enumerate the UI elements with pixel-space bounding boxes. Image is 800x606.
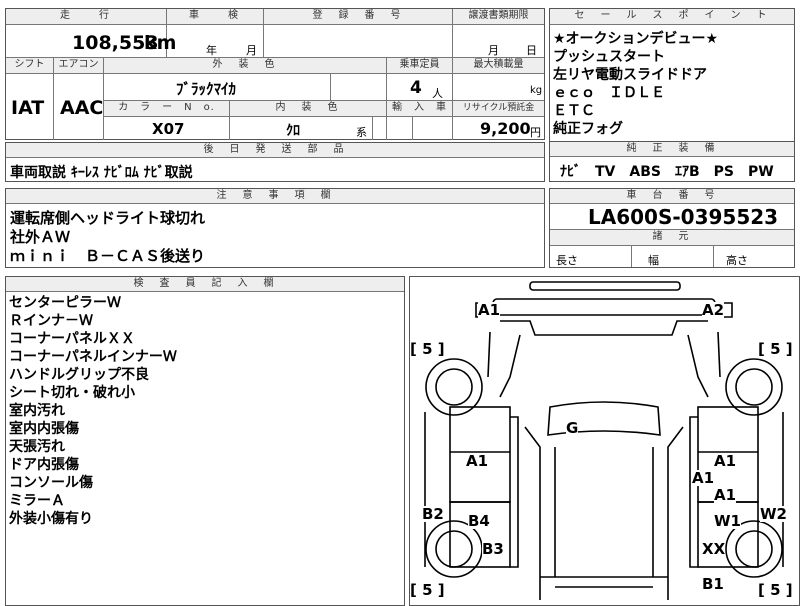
- shift-header: シフト: [6, 58, 53, 73]
- inspector-note: ハンドルグリップ不良: [9, 367, 149, 383]
- inspector-note: 室内内張傷: [9, 421, 79, 437]
- notes-line-3: ｍｉｎｉ Ｂ－ＣＡＳ後送り: [10, 247, 206, 265]
- tire-grade-rear-left: [ 5 ]: [410, 581, 445, 599]
- damage-code-front-right: A2: [702, 301, 725, 319]
- sales-point: プッシュスタート: [553, 49, 665, 65]
- transfer-month-label: 月: [488, 44, 499, 57]
- sales-point: 左リヤ電動スライドドア: [553, 67, 707, 83]
- damage-code-left-door: A1: [466, 452, 489, 470]
- damage-code-right-rear-side: W2: [760, 505, 787, 523]
- inspection-year-label: 年: [206, 44, 217, 57]
- inspector-note: コーナーパネルインナーＷ: [9, 349, 177, 365]
- chassis-number-value: LA600S-0395523: [588, 205, 779, 229]
- damage-code-right-door-upper: A1: [714, 452, 737, 470]
- damage-code-left-rear-quarter: B3: [482, 540, 504, 558]
- tire-grade-front-left: [ 5 ]: [410, 340, 445, 358]
- capacity-unit: 人: [432, 87, 443, 100]
- notes-line-1: 運転席側ヘッドライト球切れ: [10, 209, 206, 227]
- recycle-deposit-header: リサイクル預託金: [453, 101, 544, 116]
- inspector-note: コーナーパネルＸＸ: [9, 331, 135, 347]
- exterior-color-header: 外 装 色: [104, 58, 386, 73]
- capacity-header: 乗車定員: [387, 58, 452, 73]
- damage-code-right-door-lower: A1: [714, 486, 737, 504]
- inspector-notes-list: センターピラーＷ Ｒインナ－Ｗ コーナーパネルＸＸ コーナーパネルインナーＷ ハ…: [9, 294, 177, 528]
- transfer-day-label: 日: [526, 44, 537, 57]
- inspector-notes-header: 検 査 員 記 入 欄: [6, 277, 404, 291]
- transfer-deadline-header: 譲渡書類期限: [453, 9, 544, 24]
- tire-grade-front-right: [ 5 ]: [758, 340, 793, 358]
- inspection-month-label: 月: [246, 44, 257, 57]
- registration-header: 登 録 番 号: [264, 9, 452, 24]
- damage-code-rear-right: B1: [702, 575, 724, 593]
- spec-width-label: 幅: [648, 254, 659, 267]
- inspector-note: 天張汚れ: [9, 439, 65, 455]
- damage-code-right-rear-quarter: XX: [702, 540, 726, 558]
- interior-color-header: 内 装 色: [230, 101, 386, 116]
- notes-header: 注 意 事 項 欄: [6, 189, 544, 203]
- sales-point: ｅｃｏ ＩＤＬＥ: [553, 85, 665, 101]
- original-equipment-header: 純 正 装 備: [550, 142, 794, 156]
- sales-point: ＥＴＣ: [553, 103, 595, 119]
- color-no-value: X07: [152, 120, 185, 138]
- import-car-header: 輸 入 車: [387, 101, 452, 116]
- later-shipped-parts-text: 車両取説 ｷｰﾚｽ ﾅﾋﾞﾛﾑ ﾅﾋﾞ取説: [10, 165, 193, 181]
- chassis-number-header: 車 台 番 号: [550, 189, 794, 203]
- sales-point: ★オークションデビュー★: [553, 31, 719, 47]
- inspector-note: センターピラーＷ: [9, 295, 121, 311]
- recycle-deposit-value: 9,200: [480, 119, 531, 138]
- inspection-header: 車 検: [167, 9, 263, 24]
- interior-color-suffix: 系: [356, 126, 367, 139]
- max-load-unit: kg: [530, 85, 543, 96]
- sales-points-header: セ ー ル ス ポ イ ン ト: [550, 9, 794, 24]
- inspector-note: コンソール傷: [9, 475, 93, 491]
- spec-height-label: 高さ: [726, 254, 748, 267]
- vehicle-outline-diagram: [424, 281, 784, 600]
- tire-grade-rear-right: [ 5 ]: [758, 581, 793, 599]
- exterior-color-value: ﾌﾞﾗｯｸﾏｲｶ: [176, 80, 237, 98]
- spec-length-label: 長さ: [556, 254, 578, 267]
- inspector-note: 外装小傷有り: [9, 511, 93, 527]
- capacity-value: 4: [410, 78, 422, 98]
- shift-value: IAT: [11, 97, 45, 119]
- interior-color-value: ｸﾛ: [286, 123, 300, 139]
- damage-code-windshield: G: [566, 419, 579, 437]
- sales-point: 純正フォグ: [553, 121, 623, 137]
- damage-code-left-slide-door: B4: [468, 512, 490, 530]
- sales-points-list: ★オークションデビュー★ プッシュスタート 左リヤ電動スライドドア ｅｃｏ ＩＤ…: [553, 30, 718, 138]
- mileage-header: 走 行: [6, 9, 166, 24]
- recycle-deposit-unit: 円: [530, 126, 541, 139]
- damage-code-right-pillar: A1: [692, 469, 715, 487]
- damage-code-right-slide-door: W1: [714, 512, 741, 530]
- notes-line-2: 社外ＡＷ: [10, 228, 71, 246]
- mileage-unit: km: [144, 32, 177, 54]
- aircon-header: エアコン: [54, 58, 103, 73]
- vehicle-info-table: [5, 8, 545, 140]
- specs-header: 諸 元: [550, 230, 794, 245]
- original-equipment-text: ﾅﾋﾞ TV ABS ｴｱB PS PW: [560, 164, 774, 180]
- color-no-header: カ ラ ー N o.: [104, 101, 229, 116]
- inspector-note: ミラーＡ: [9, 493, 65, 509]
- inspector-note: ドア内張傷: [9, 457, 79, 473]
- inspector-note: 室内汚れ: [9, 403, 65, 419]
- inspector-note: シート切れ・破れ小: [9, 385, 135, 401]
- later-shipped-parts-header: 後 日 発 送 部 品: [6, 143, 544, 157]
- inspector-note: Ｒインナ－Ｗ: [9, 313, 93, 329]
- damage-code-left-rear-side: B2: [422, 505, 444, 523]
- max-load-header: 最大積載量: [453, 58, 544, 73]
- damage-code-front-left: A1: [478, 301, 501, 319]
- aircon-value: AAC: [60, 97, 104, 119]
